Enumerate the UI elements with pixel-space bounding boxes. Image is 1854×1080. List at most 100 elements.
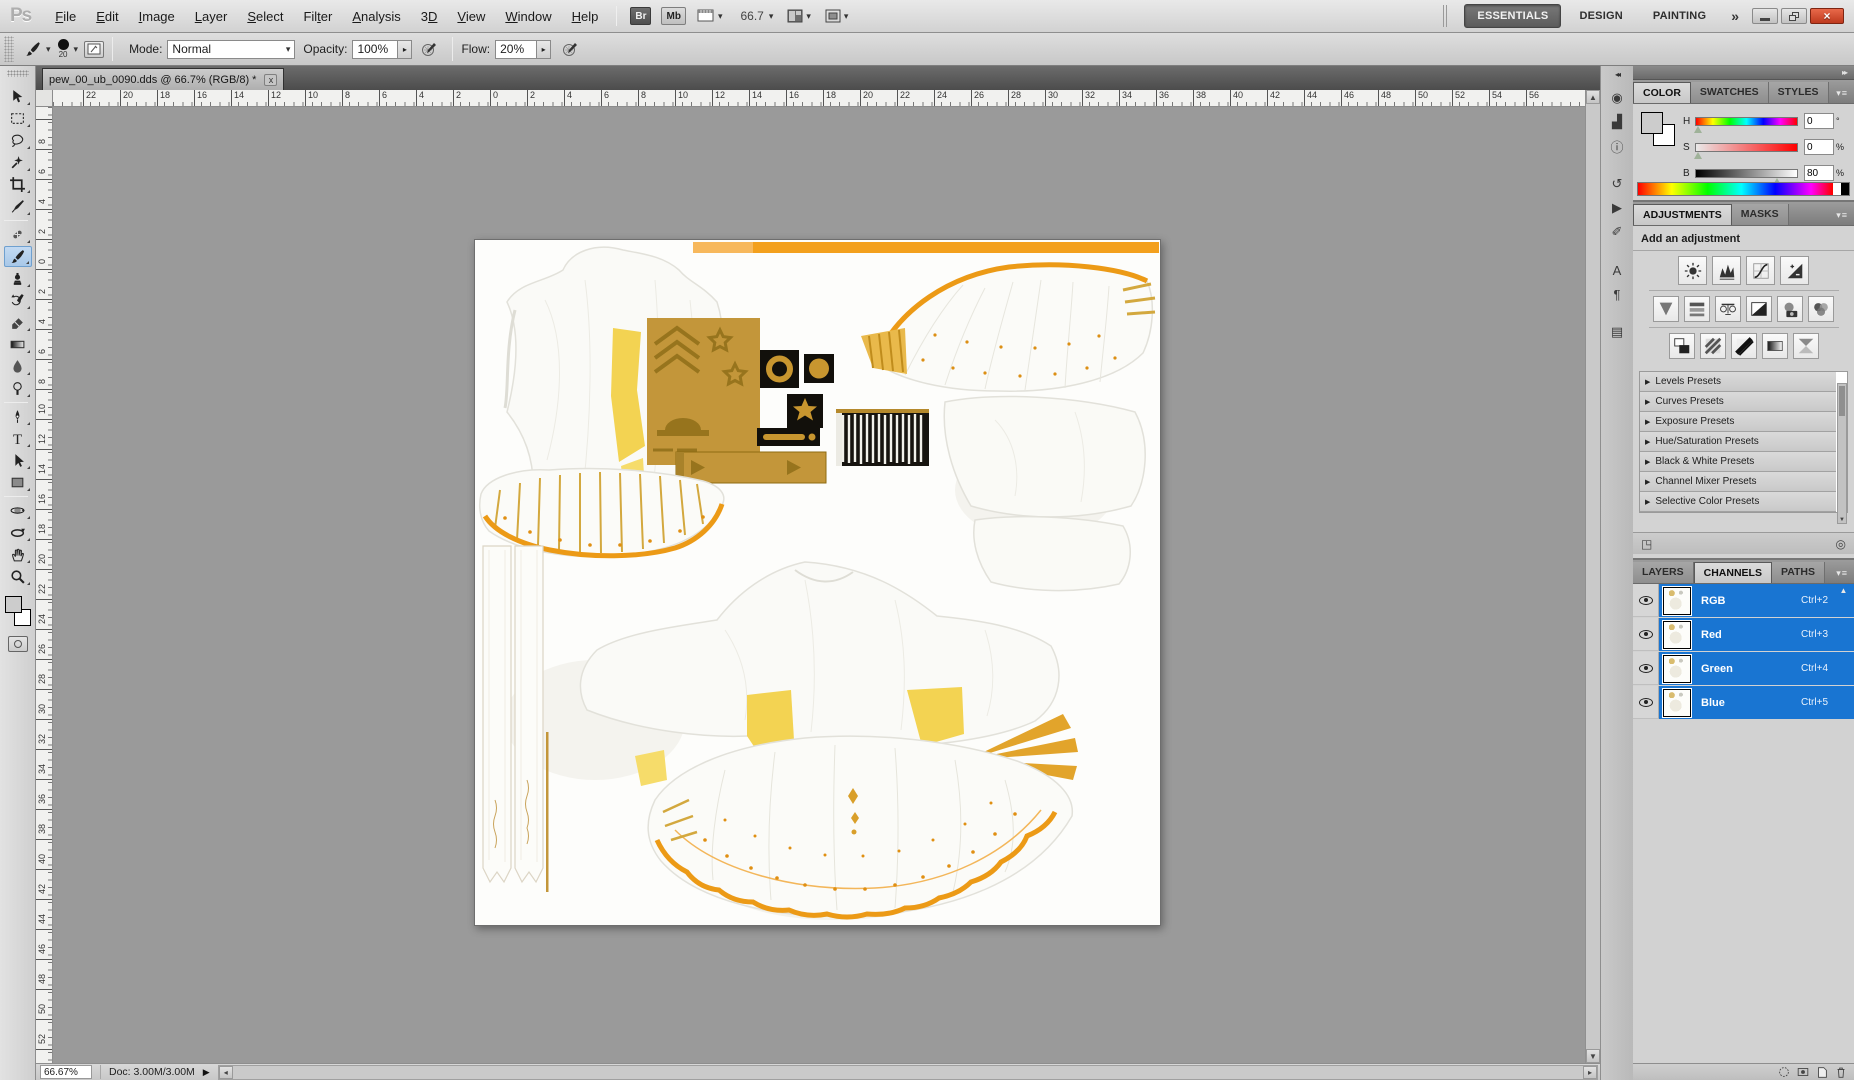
options-bar-grip[interactable]	[4, 36, 14, 62]
3d-object-rotate-tool[interactable]	[4, 500, 32, 521]
foreground-color-swatch[interactable]	[5, 596, 22, 613]
channel-visibility-cell[interactable]	[1633, 686, 1659, 719]
3d-camera-rotate-tool[interactable]	[4, 522, 32, 543]
preset-hue-saturation-presets[interactable]: ▶Hue/Saturation Presets	[1640, 432, 1836, 452]
panel-menu-icon[interactable]: ▾≡	[1836, 568, 1854, 583]
channel-thumbnail[interactable]	[1663, 689, 1691, 717]
actions-panel-icon[interactable]: ▶	[1605, 197, 1629, 219]
zoom-level-dropdown-icon[interactable]: ▾	[769, 11, 774, 22]
zoom-level-field[interactable]: 66.7	[740, 9, 763, 23]
hue-slider-thumb[interactable]	[1694, 126, 1702, 133]
hand-tool[interactable]	[4, 544, 32, 565]
selective-color-adjustment-icon[interactable]	[1793, 333, 1819, 359]
view-extras-button[interactable]: ▾	[697, 9, 723, 23]
blur-tool[interactable]	[4, 356, 32, 377]
navigator-panel-icon[interactable]: ◉	[1605, 87, 1629, 109]
paragraph-panel-icon[interactable]: ¶	[1605, 283, 1629, 305]
disclosure-triangle-icon[interactable]: ▶	[1645, 458, 1650, 466]
rectangular-marquee-tool[interactable]	[4, 108, 32, 129]
eyedropper-tool[interactable]	[4, 196, 32, 217]
quick-selection-tool[interactable]	[4, 152, 32, 173]
gradient-map-adjustment-icon[interactable]	[1762, 333, 1788, 359]
canvas-viewport[interactable]	[53, 107, 1585, 1063]
eye-icon[interactable]	[1639, 664, 1653, 673]
preset-exposure-presets[interactable]: ▶Exposure Presets	[1640, 412, 1836, 432]
workspace-essentials[interactable]: ESSENTIALS	[1464, 4, 1561, 28]
tool-presets-panel-icon[interactable]: ✐	[1605, 221, 1629, 243]
hue-value-input[interactable]	[1804, 113, 1834, 129]
type-tool[interactable]: T	[4, 428, 32, 449]
panel-menu-icon[interactable]: ▾≡	[1836, 210, 1854, 225]
posterize-adjustment-icon[interactable]	[1700, 333, 1726, 359]
airbrush-toggle-icon[interactable]	[561, 41, 579, 57]
channel-visibility-cell[interactable]	[1633, 618, 1659, 651]
new-channel-button[interactable]	[1815, 1065, 1829, 1079]
launch-mini-bridge-button[interactable]: Mb	[661, 7, 685, 25]
brightness-slider[interactable]	[1695, 169, 1798, 178]
preset-levels-presets[interactable]: ▶Levels Presets	[1640, 372, 1836, 392]
flow-slider-button[interactable]: ▸	[537, 40, 551, 59]
menu-3d[interactable]: 3D	[411, 5, 448, 28]
menu-filter[interactable]: Filter	[293, 5, 342, 28]
color-tab-swatches[interactable]: SWATCHES	[1691, 82, 1769, 103]
zoom-tool[interactable]	[4, 566, 32, 587]
channel-content[interactable]: RGBCtrl+2	[1659, 584, 1854, 617]
vibrance-adjustment-icon[interactable]	[1653, 296, 1679, 322]
adjustments-tab-masks[interactable]: MASKS	[1732, 204, 1789, 225]
channel-row-rgb[interactable]: RGBCtrl+2	[1633, 584, 1854, 617]
disclosure-triangle-icon[interactable]: ▶	[1645, 378, 1650, 386]
flow-field[interactable]: 20%	[495, 40, 537, 59]
workspace-overflow-button[interactable]: »	[1731, 8, 1739, 24]
color-tab-color[interactable]: COLOR	[1633, 82, 1691, 103]
menu-edit[interactable]: Edit	[86, 5, 128, 28]
scroll-up-icon[interactable]: ▲	[1586, 90, 1600, 104]
minimize-button[interactable]	[1752, 8, 1778, 24]
disclosure-triangle-icon[interactable]: ▶	[1645, 398, 1650, 406]
gradient-tool[interactable]	[4, 334, 32, 355]
channels-scrollbar[interactable]: ▲	[1837, 586, 1850, 716]
rectangle-shape-tool[interactable]	[4, 472, 32, 493]
disclosure-triangle-icon[interactable]: ▶	[1645, 438, 1650, 446]
channel-mixer-adjustment-icon[interactable]	[1808, 296, 1834, 322]
eraser-tool[interactable]	[4, 312, 32, 333]
workspace-painting[interactable]: PAINTING	[1641, 5, 1718, 27]
threshold-adjustment-icon[interactable]	[1731, 333, 1757, 359]
history-panel-icon[interactable]: ↺	[1605, 173, 1629, 195]
preset-black-white-presets[interactable]: ▶Black & White Presets	[1640, 452, 1836, 472]
tools-panel-grip[interactable]	[7, 70, 29, 77]
menu-file[interactable]: File	[45, 5, 86, 28]
color-balance-adjustment-icon[interactable]	[1715, 296, 1741, 322]
menu-help[interactable]: Help	[562, 5, 609, 28]
quick-mask-button[interactable]	[8, 636, 28, 652]
saturation-slider-thumb[interactable]	[1694, 152, 1702, 159]
channel-visibility-cell[interactable]	[1633, 652, 1659, 685]
adjustments-tab-adjustments[interactable]: ADJUSTMENTS	[1633, 204, 1732, 225]
pen-tool[interactable]	[4, 406, 32, 427]
panel-menu-icon[interactable]: ▾≡	[1836, 88, 1854, 103]
preset-curves-presets[interactable]: ▶Curves Presets	[1640, 392, 1836, 412]
channel-content[interactable]: BlueCtrl+5	[1659, 686, 1854, 719]
menu-view[interactable]: View	[447, 5, 495, 28]
saturation-value-input[interactable]	[1804, 139, 1834, 155]
lasso-tool[interactable]	[4, 130, 32, 151]
presets-scrollbar[interactable]: ▼	[1837, 383, 1847, 524]
brush-tip-preview[interactable]: 20	[58, 39, 69, 59]
expand-dock-icon[interactable]: ◂◂	[1615, 70, 1619, 79]
dodge-tool[interactable]	[4, 378, 32, 399]
channels-tab-layers[interactable]: LAYERS	[1633, 562, 1694, 583]
status-options-icon[interactable]: ▶	[203, 1067, 210, 1078]
hue-slider[interactable]	[1695, 117, 1798, 126]
brush-preset-picker[interactable]: ▾	[18, 40, 56, 58]
disclosure-triangle-icon[interactable]: ▶	[1645, 418, 1650, 426]
channels-tab-paths[interactable]: PATHS	[1772, 562, 1825, 583]
scroll-right-icon[interactable]: ▸	[1583, 1066, 1597, 1079]
clone-stamp-tool[interactable]	[4, 268, 32, 289]
expanded-view-icon[interactable]: ◳	[1641, 537, 1652, 551]
menu-select[interactable]: Select	[237, 5, 293, 28]
workspace-design[interactable]: DESIGN	[1567, 5, 1634, 27]
brightness-contrast-adjustment-icon[interactable]	[1678, 256, 1707, 285]
channel-thumbnail[interactable]	[1663, 621, 1691, 649]
status-zoom-field[interactable]: 66.67%	[40, 1065, 92, 1079]
document-canvas[interactable]	[474, 239, 1161, 926]
preset-channel-mixer-presets[interactable]: ▶Channel Mixer Presets	[1640, 472, 1836, 492]
